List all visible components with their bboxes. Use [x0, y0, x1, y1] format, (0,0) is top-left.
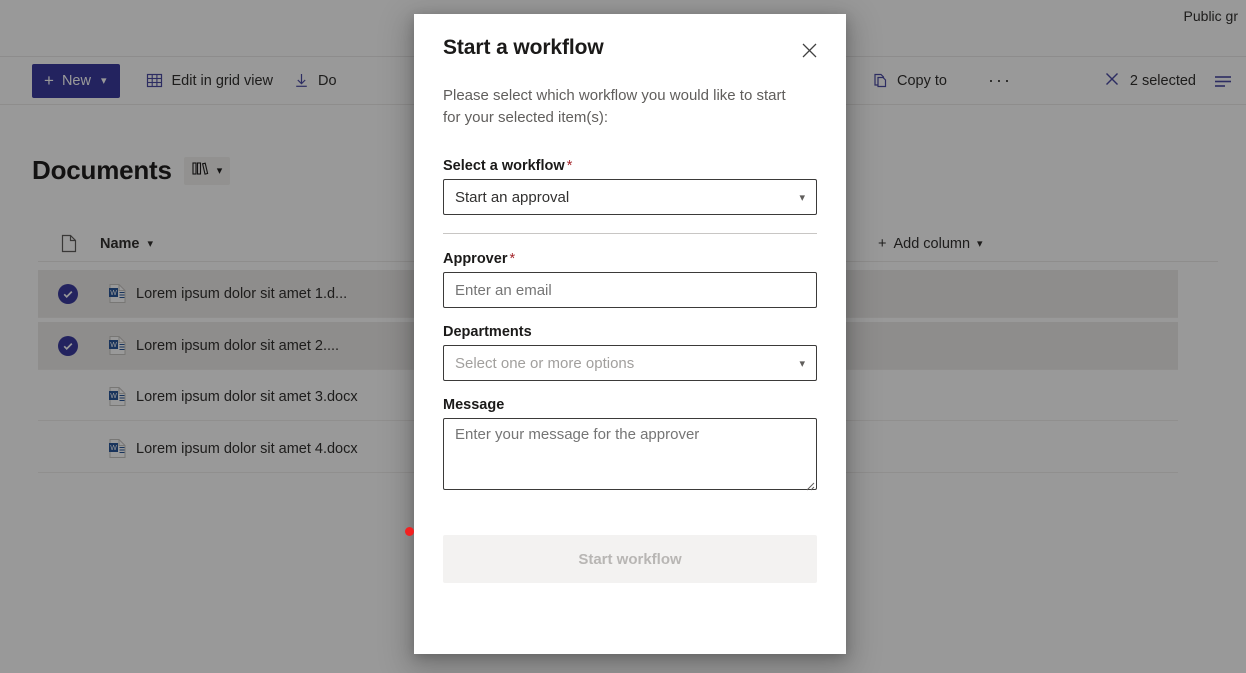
chevron-down-icon: ▾: [799, 357, 805, 370]
message-field-label: Message: [443, 397, 505, 413]
start-workflow-dialog: Start a workflow Please select which wor…: [414, 14, 846, 654]
workflow-select-value: Start an approval: [455, 188, 570, 206]
start-workflow-button[interactable]: Start workflow: [443, 535, 817, 583]
approver-field-label: Approver *: [443, 251, 516, 267]
workflow-field-label: Select a workflow *: [443, 158, 573, 174]
section-divider: [443, 233, 817, 234]
screen: Public gr + New ▾ Edit in grid view Do C…: [0, 0, 1246, 673]
required-marker: *: [566, 158, 573, 174]
departments-field: Departments Select one or more options ▾: [443, 324, 817, 381]
message-textarea[interactable]: [443, 418, 817, 490]
cursor-marker: [405, 527, 414, 536]
approver-field: Approver *: [443, 251, 817, 308]
approver-email-input[interactable]: [443, 272, 817, 308]
chevron-down-icon: ▾: [799, 191, 805, 204]
departments-field-label: Departments: [443, 324, 532, 340]
dialog-subtitle: Please select which workflow you would l…: [443, 87, 786, 126]
required-marker: *: [509, 251, 516, 267]
departments-select[interactable]: Select one or more options ▾: [443, 345, 817, 381]
workflow-field: Select a workflow * Start an approval ▾: [443, 158, 817, 215]
dialog-title: Start a workflow: [443, 36, 604, 59]
dialog-header: Start a workflow: [443, 14, 817, 66]
workflow-select[interactable]: Start an approval ▾: [443, 179, 817, 215]
message-field: Message: [443, 397, 817, 495]
departments-select-placeholder: Select one or more options: [455, 354, 635, 372]
close-icon[interactable]: [793, 34, 825, 66]
